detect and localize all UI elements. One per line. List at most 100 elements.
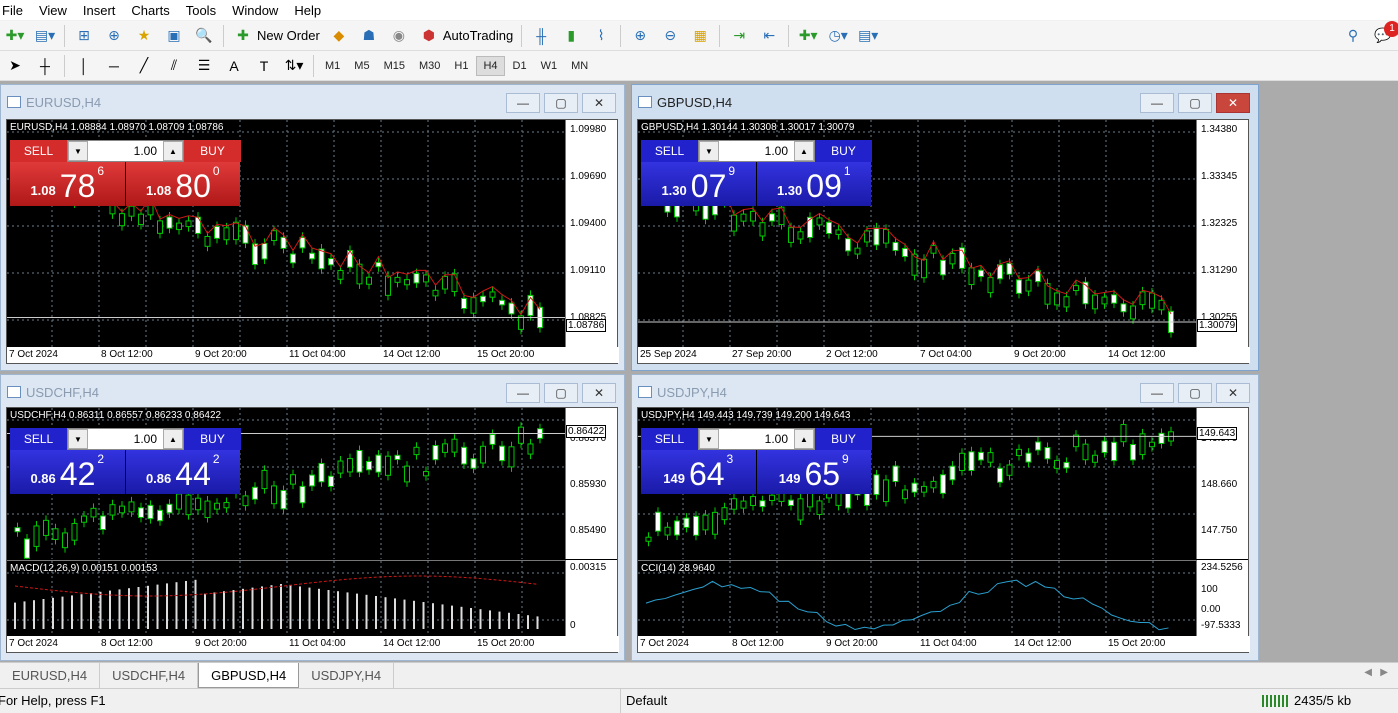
tf-h4[interactable]: H4 <box>476 55 505 76</box>
price-chart[interactable]: GBPUSD,H4 1.30144 1.30308 1.30017 1.3007… <box>637 119 1250 364</box>
price-chart[interactable]: USDJPY,H4 149.443 149.739 149.200 149.64… <box>637 407 1250 653</box>
sell-button[interactable]: SELL <box>10 428 67 450</box>
close-button[interactable]: ✕ <box>1216 383 1250 403</box>
indicators-icon[interactable]: ✚▾ <box>797 25 819 47</box>
close-button[interactable]: ✕ <box>582 93 616 113</box>
buy-button[interactable]: BUY <box>815 140 872 162</box>
buy-button[interactable]: BUY <box>184 428 241 450</box>
profiles-icon[interactable]: ▤▾ <box>34 25 56 47</box>
lot-size-input[interactable]: ▼ 1.00 ▲ <box>698 140 815 162</box>
lot-dropdown-icon[interactable]: ▼ <box>68 429 88 449</box>
tf-mn[interactable]: MN <box>565 57 594 75</box>
bid-price[interactable]: 1.08 78 6 <box>10 162 125 206</box>
menu-window[interactable]: Window <box>230 3 286 18</box>
tab-usdjpy[interactable]: USDJPY,H4 <box>299 663 395 688</box>
notification-icon[interactable]: 💬 1 <box>1372 20 1398 47</box>
buy-button[interactable]: BUY <box>184 140 241 162</box>
tf-m30[interactable]: M30 <box>413 57 446 75</box>
bid-price[interactable]: 0.86 42 2 <box>10 450 125 494</box>
bid-price[interactable]: 149 64 3 <box>641 450 756 494</box>
lot-dropdown-icon[interactable]: ▼ <box>699 429 719 449</box>
lot-up-icon[interactable]: ▲ <box>794 429 814 449</box>
tf-m5[interactable]: M5 <box>348 57 375 75</box>
tf-w1[interactable]: W1 <box>535 57 564 75</box>
bid-price[interactable]: 1.30 07 9 <box>641 162 756 206</box>
lot-dropdown-icon[interactable]: ▼ <box>68 141 88 161</box>
lot-up-icon[interactable]: ▲ <box>794 141 814 161</box>
menu-help[interactable]: Help <box>292 3 329 18</box>
strategy-tester-icon[interactable]: 🔍 <box>193 25 215 47</box>
tf-d1[interactable]: D1 <box>507 57 533 75</box>
price-chart[interactable]: EURUSD,H4 1.08884 1.08970 1.08709 1.0878… <box>6 119 619 364</box>
new-chart-icon[interactable]: ✚▾ <box>4 25 26 47</box>
maximize-button[interactable]: ▢ <box>544 93 578 113</box>
minimize-button[interactable]: — <box>506 383 540 403</box>
tf-m1[interactable]: M1 <box>319 57 346 75</box>
tile-windows-icon[interactable]: ▦ <box>689 25 711 47</box>
sell-button[interactable]: SELL <box>641 428 698 450</box>
channel-icon[interactable]: ⫽ <box>163 55 185 77</box>
autotrading-button[interactable]: ⬢ AutoTrading <box>414 24 517 48</box>
lot-up-icon[interactable]: ▲ <box>163 429 183 449</box>
close-button[interactable]: ✕ <box>582 383 616 403</box>
price-chart[interactable]: USDCHF,H4 0.86311 0.86557 0.86233 0.8642… <box>6 407 619 653</box>
minimize-button[interactable]: — <box>1140 93 1174 113</box>
ask-price[interactable]: 1.08 80 0 <box>125 162 240 206</box>
sell-button[interactable]: SELL <box>641 140 698 162</box>
text-label-icon[interactable]: T <box>253 55 275 77</box>
arrows-icon[interactable]: ⇅▾ <box>283 55 305 77</box>
lot-size-input[interactable]: ▼ 1.00 ▲ <box>67 140 184 162</box>
crosshair-icon[interactable]: ┼ <box>34 55 56 77</box>
lot-up-icon[interactable]: ▲ <box>163 141 183 161</box>
menu-view[interactable]: View <box>37 3 75 18</box>
fibonacci-icon[interactable]: ☰ <box>193 55 215 77</box>
lot-dropdown-icon[interactable]: ▼ <box>699 141 719 161</box>
maximize-button[interactable]: ▢ <box>1178 93 1212 113</box>
market-icon[interactable]: ◉ <box>388 25 410 47</box>
vertical-line-icon[interactable]: │ <box>73 55 95 77</box>
search-icon[interactable]: ⚲ <box>1342 25 1364 47</box>
line-chart-icon[interactable]: ⌇ <box>590 25 612 47</box>
chart-shift-icon[interactable]: ⇤ <box>758 25 780 47</box>
chart-window-usdjpy[interactable]: USDJPY,H4 — ▢ ✕ USDJPY,H4 149.443 149.739 … <box>631 374 1259 661</box>
data-window-icon[interactable]: ⊕ <box>103 25 125 47</box>
menu-file[interactable]: File <box>0 3 31 18</box>
sell-button[interactable]: SELL <box>10 140 67 162</box>
cci-indicator-pane[interactable] <box>638 560 1197 636</box>
chart-window-usdchf[interactable]: USDCHF,H4 — ▢ ✕ USDCHF,H4 0.86311 0.86557 … <box>0 374 625 661</box>
market-watch-icon[interactable]: ⊞ <box>73 25 95 47</box>
templates-icon[interactable]: ▤▾ <box>857 25 879 47</box>
new-order-button[interactable]: ✚ New Order <box>228 24 324 48</box>
bar-chart-icon[interactable]: ╫ <box>530 25 552 47</box>
tf-h1[interactable]: H1 <box>448 57 474 75</box>
zoom-in-icon[interactable]: ⊕ <box>629 25 651 47</box>
chart-window-gbpusd[interactable]: GBPUSD,H4 — ▢ ✕ GBPUSD,H4 1.30144 1.30308 … <box>631 84 1259 371</box>
maximize-button[interactable]: ▢ <box>544 383 578 403</box>
lot-size-input[interactable]: ▼ 1.00 ▲ <box>698 428 815 450</box>
tab-scroll-arrows-icon[interactable]: ◀ ▶ <box>1364 667 1388 678</box>
ask-price[interactable]: 0.86 44 2 <box>125 450 240 494</box>
tf-m15[interactable]: M15 <box>378 57 411 75</box>
trendline-icon[interactable]: ╱ <box>133 55 155 77</box>
navigator-icon[interactable]: ★ <box>133 25 155 47</box>
minimize-button[interactable]: — <box>506 93 540 113</box>
text-icon[interactable]: A <box>223 55 245 77</box>
tab-eurusd[interactable]: EURUSD,H4 <box>0 663 101 688</box>
menu-tools[interactable]: Tools <box>184 3 224 18</box>
menu-charts[interactable]: Charts <box>129 3 177 18</box>
terminal-icon[interactable]: ▣ <box>163 25 185 47</box>
buy-button[interactable]: BUY <box>815 428 872 450</box>
minimize-button[interactable]: — <box>1140 383 1174 403</box>
metaeditor-icon[interactable]: ◆ <box>328 25 350 47</box>
lot-size-input[interactable]: ▼ 1.00 ▲ <box>67 428 184 450</box>
ask-price[interactable]: 1.30 09 1 <box>756 162 871 206</box>
close-button[interactable]: ✕ <box>1216 93 1250 113</box>
menu-insert[interactable]: Insert <box>81 3 124 18</box>
horizontal-line-icon[interactable]: ─ <box>103 55 125 77</box>
signals-icon[interactable]: ☗ <box>358 25 380 47</box>
ask-price[interactable]: 149 65 9 <box>756 450 871 494</box>
candlestick-icon[interactable]: ▮ <box>560 25 582 47</box>
cursor-icon[interactable]: ➤ <box>4 55 26 77</box>
chart-window-eurusd[interactable]: EURUSD,H4 — ▢ ✕ EURUSD,H4 1.08884 1.08970 … <box>0 84 625 371</box>
auto-scroll-icon[interactable]: ⇥ <box>728 25 750 47</box>
